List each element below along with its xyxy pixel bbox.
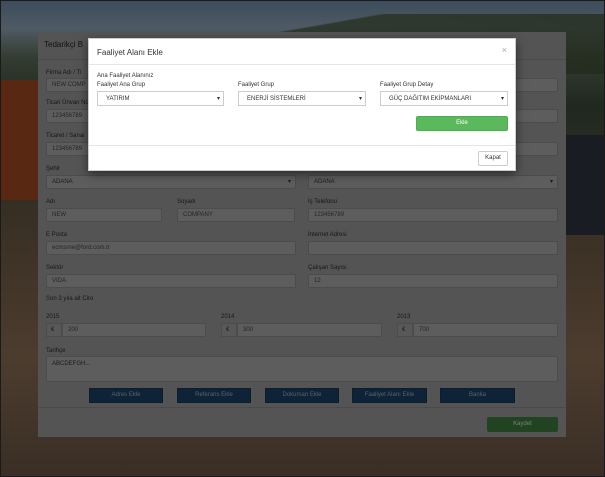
ekle-button[interactable]: Ekle xyxy=(416,116,508,131)
modal-header: Faaliyet Alanı Ekle × xyxy=(89,39,515,65)
faaliyet-alani-modal: Faaliyet Alanı Ekle × Ana Faaliyet Alanı… xyxy=(88,38,516,171)
modal-footer: Kapat xyxy=(89,145,515,171)
faaliyet-grup-label: Faaliyet Grup xyxy=(238,82,275,88)
ana-faaliyet-label: Ana Faaliyet Alanınız xyxy=(97,73,154,79)
faaliyet-ana-grup-label: Faaliyet Ana Grup xyxy=(97,82,146,88)
kapat-button[interactable]: Kapat xyxy=(478,151,508,166)
faaliyet-grup-select[interactable]: ENERJİ SİSTEMLERİ xyxy=(238,91,366,106)
faaliyet-ana-grup-select[interactable]: YATIRIM xyxy=(97,91,224,106)
faaliyet-grup-detay-select[interactable]: GÜÇ DAĞITIM EKİPMANLARI xyxy=(380,91,508,106)
modal-title: Faaliyet Alanı Ekle xyxy=(97,48,163,57)
close-icon[interactable]: × xyxy=(502,45,507,55)
faaliyet-grup-detay-label: Faaliyet Grup Detay xyxy=(380,82,434,88)
